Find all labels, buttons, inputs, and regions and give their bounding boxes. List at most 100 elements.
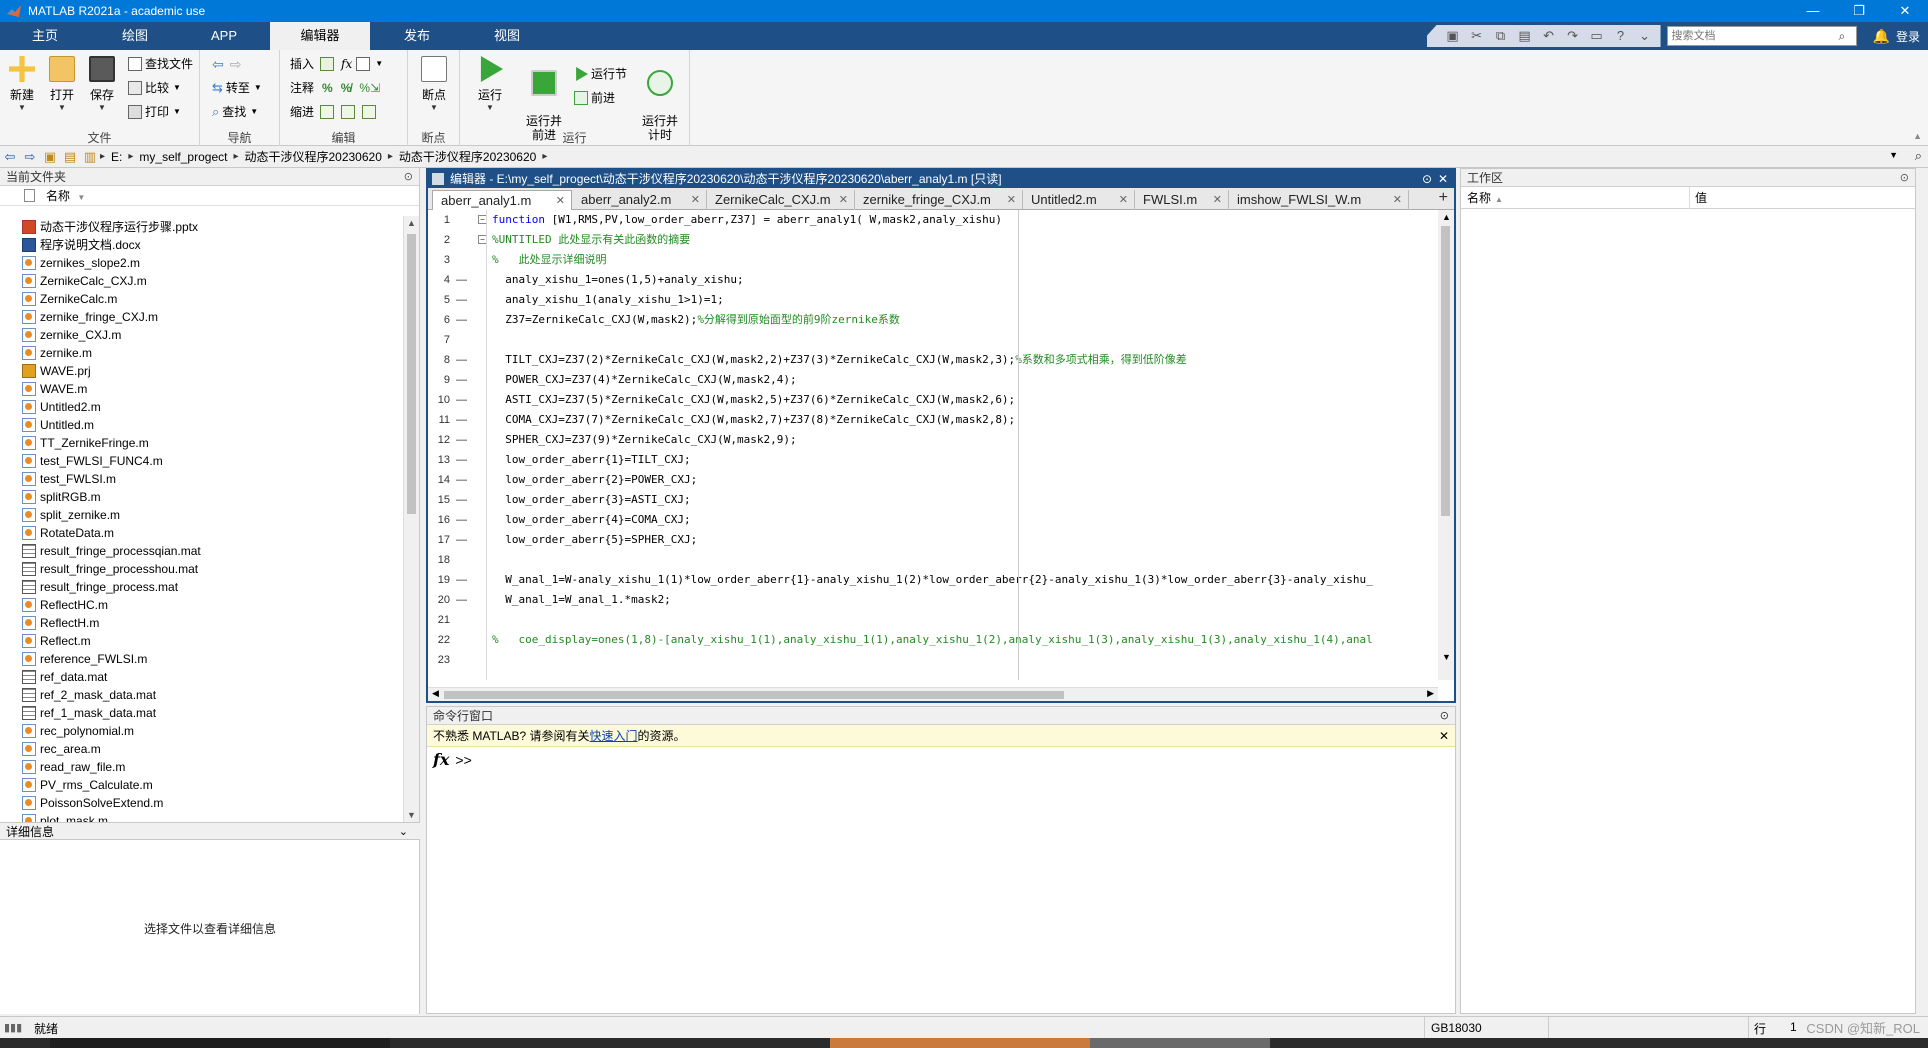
- close-tab-icon[interactable]: ✕: [1393, 190, 1402, 210]
- address-search-icon[interactable]: ⌕: [1915, 148, 1922, 164]
- run-section-button[interactable]: 运行节: [574, 64, 627, 84]
- back-icon[interactable]: ⇦: [0, 149, 20, 165]
- code-line[interactable]: 23: [428, 650, 1438, 670]
- breadcrumb-drive[interactable]: E:: [111, 150, 122, 164]
- file-list-item[interactable]: ref_2_mask_data.mat: [0, 686, 404, 704]
- code-line[interactable]: 6 — Z37=ZernikeCalc_CXJ(W,mask2);%分解得到原始面…: [428, 310, 1438, 330]
- executable-marker[interactable]: —: [456, 430, 467, 450]
- file-list-item[interactable]: ZernikeCalc_CXJ.m: [0, 272, 404, 290]
- editor-tab[interactable]: Untitled2.m ✕: [1023, 190, 1135, 210]
- print-button[interactable]: 打印 ▼: [128, 102, 181, 122]
- back-forward-buttons[interactable]: ⇦ ⇨: [212, 54, 241, 74]
- code-line[interactable]: 14 — low_order_aberr{2}=POWER_CXJ;: [428, 470, 1438, 490]
- details-header[interactable]: 详细信息 ⌄: [0, 822, 420, 840]
- code-line[interactable]: 2− %UNTITLED 此处显示有关此函数的摘要: [428, 230, 1438, 250]
- scrollbar-thumb[interactable]: [1441, 226, 1450, 516]
- file-list-item[interactable]: 动态干涉仪程序运行步骤.pptx: [0, 218, 404, 236]
- code-line[interactable]: 17 — low_order_aberr{5}=SPHER_CXJ;: [428, 530, 1438, 550]
- editor-horizontal-scrollbar[interactable]: ◀ ▶: [428, 687, 1438, 701]
- insert-function-icon[interactable]: [356, 57, 371, 71]
- browse-folder-icon[interactable]: ▤: [60, 149, 80, 165]
- command-prompt[interactable]: fx >>: [427, 747, 1455, 773]
- code-line[interactable]: 21: [428, 610, 1438, 630]
- close-tab-icon[interactable]: ✕: [1119, 190, 1128, 210]
- close-tab-icon[interactable]: ✕: [1213, 190, 1222, 210]
- search-documentation-input[interactable]: [1666, 26, 1857, 46]
- executable-marker[interactable]: —: [456, 530, 467, 550]
- executable-marker[interactable]: —: [456, 390, 467, 410]
- compare-button[interactable]: 比较 ▼: [128, 78, 181, 98]
- code-line[interactable]: 11 — COMA_CXJ=Z37(7)*ZernikeCalc_CXJ(W,ma…: [428, 410, 1438, 430]
- search-icon[interactable]: ⌕: [1839, 29, 1855, 44]
- file-list-item[interactable]: test_FWLSI.m: [0, 470, 404, 488]
- advance-button[interactable]: 前进: [574, 88, 615, 108]
- forward-arrow-icon[interactable]: ⇨: [230, 54, 242, 74]
- decrease-indent-icon[interactable]: [341, 105, 356, 119]
- workspace-value-column[interactable]: 值: [1695, 187, 1707, 209]
- code-line[interactable]: 7: [428, 330, 1438, 350]
- column-divider[interactable]: [1689, 187, 1690, 209]
- file-list-item[interactable]: reference_FWLSI.m: [0, 650, 404, 668]
- minimize-button[interactable]: —: [1790, 0, 1836, 22]
- file-list-item[interactable]: WAVE.m: [0, 380, 404, 398]
- code-line[interactable]: 10 — ASTI_CXJ=Z37(5)*ZernikeCalc_CXJ(W,ma…: [428, 390, 1438, 410]
- insert-section-icon[interactable]: [320, 57, 335, 71]
- code-line[interactable]: 5 — analy_xishu_1(analy_xishu_1>1)=1;: [428, 290, 1438, 310]
- executable-marker[interactable]: —: [456, 310, 467, 330]
- undo-icon[interactable]: ↶: [1540, 27, 1558, 45]
- find-button[interactable]: ⌕ 查找 ▼: [212, 102, 258, 122]
- file-list-item[interactable]: PoissonSolveExtend.m: [0, 794, 404, 812]
- file-list-item[interactable]: read_raw_file.m: [0, 758, 404, 776]
- save-button[interactable]: 保存 ▼: [84, 56, 120, 112]
- search-folder-icon[interactable]: ▥: [80, 149, 100, 165]
- executable-marker[interactable]: —: [456, 590, 467, 610]
- new-button[interactable]: 新建 ▼: [4, 56, 40, 112]
- run-button[interactable]: 运行 ▼: [472, 56, 508, 112]
- file-list-item[interactable]: splitRGB.m: [0, 488, 404, 506]
- code-line[interactable]: 1− function [W1,RMS,PV,low_order_aberr,Z3…: [428, 210, 1438, 230]
- tab-publish[interactable]: 发布: [372, 22, 462, 50]
- file-list-item[interactable]: zernike.m: [0, 344, 404, 362]
- copy-icon[interactable]: ⧉: [1492, 27, 1510, 45]
- notification-bell-icon[interactable]: 🔔: [1873, 28, 1890, 45]
- file-list-scrollbar[interactable]: ▲ ▼: [403, 216, 419, 822]
- redo-icon[interactable]: ↷: [1564, 27, 1582, 45]
- file-list-item[interactable]: ZernikeCalc.m: [0, 290, 404, 308]
- save-icon[interactable]: ▣: [1444, 27, 1462, 45]
- file-list-item[interactable]: Untitled.m: [0, 416, 404, 434]
- file-list-item[interactable]: rec_area.m: [0, 740, 404, 758]
- close-banner-icon[interactable]: ✕: [1439, 725, 1449, 747]
- scroll-up-icon[interactable]: ▲: [1442, 212, 1451, 222]
- close-tab-icon[interactable]: ✕: [1007, 190, 1016, 210]
- file-list-item[interactable]: WAVE.prj: [0, 362, 404, 380]
- editor-tab[interactable]: imshow_FWLSI_W.m ✕: [1229, 190, 1409, 210]
- file-list-item[interactable]: test_FWLSI_FUNC4.m: [0, 452, 404, 470]
- collapse-ribbon-icon[interactable]: ▲: [1913, 131, 1922, 141]
- code-line[interactable]: 13 — low_order_aberr{1}=TILT_CXJ;: [428, 450, 1438, 470]
- restore-button[interactable]: ❐: [1836, 0, 1882, 22]
- uncomment-icon[interactable]: %̸: [341, 78, 352, 98]
- scroll-up-icon[interactable]: ▲: [407, 218, 416, 228]
- scrollbar-thumb[interactable]: [407, 234, 416, 514]
- workspace-name-column[interactable]: 名称 ▲: [1467, 187, 1503, 211]
- open-button[interactable]: 打开 ▼: [44, 56, 80, 112]
- code-area[interactable]: 1− function [W1,RMS,PV,low_order_aberr,Z3…: [428, 210, 1438, 680]
- file-list-item[interactable]: zernike_CXJ.m: [0, 326, 404, 344]
- name-column-header[interactable]: 名称 ▼: [0, 186, 419, 206]
- code-line[interactable]: 18: [428, 550, 1438, 570]
- chevron-down-icon[interactable]: ▼: [375, 54, 383, 74]
- file-list-item[interactable]: 程序说明文档.docx: [0, 236, 404, 254]
- scrollbar-thumb[interactable]: [444, 691, 1064, 699]
- code-line[interactable]: 12 — SPHER_CXJ=Z37(9)*ZernikeCalc_CXJ(W,m…: [428, 430, 1438, 450]
- editor-tab[interactable]: ZernikeCalc_CXJ.m ✕: [707, 190, 855, 210]
- file-list-item[interactable]: ReflectHC.m: [0, 596, 404, 614]
- cut-icon[interactable]: ✂: [1468, 27, 1486, 45]
- back-arrow-icon[interactable]: ⇦: [212, 54, 224, 74]
- file-list-item[interactable]: split_zernike.m: [0, 506, 404, 524]
- insert-button[interactable]: 插入 fx ▼: [290, 54, 383, 74]
- function-browser-icon[interactable]: fx: [433, 750, 449, 769]
- panel-menu-icon[interactable]: ⊙: [1900, 169, 1909, 187]
- forward-icon[interactable]: ⇨: [20, 149, 40, 165]
- close-tab-icon[interactable]: ✕: [691, 190, 700, 210]
- scroll-down-icon[interactable]: ▼: [1442, 652, 1451, 662]
